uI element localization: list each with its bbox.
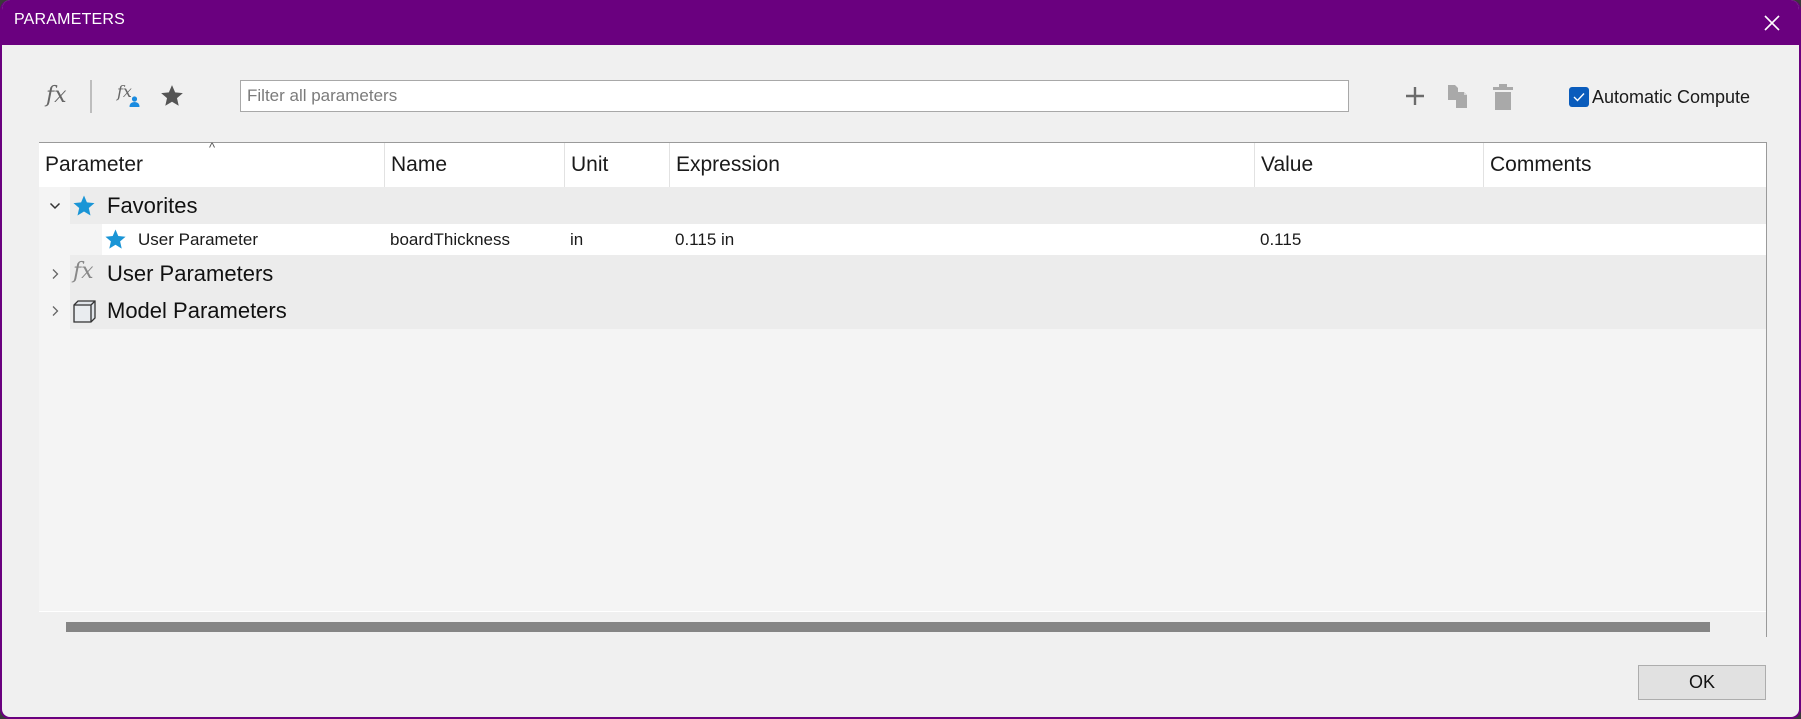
window-title: PARAMETERS: [14, 11, 126, 28]
column-label: Unit: [571, 153, 609, 176]
group-label: Favorites: [107, 193, 198, 218]
fx-icon: fx: [73, 259, 94, 284]
chevron-right-icon: [52, 268, 59, 279]
table-header: ^ Parameter Name Unit Expression Value C…: [39, 140, 1767, 187]
parameters-dialog: PARAMETERS fx fx Filter all parameters A…: [0, 0, 1801, 719]
cell-value: 0.115: [1260, 230, 1302, 249]
column-label: Name: [391, 153, 448, 176]
automatic-compute-checkbox[interactable]: [1569, 87, 1589, 107]
expand-toggle[interactable]: [45, 292, 65, 329]
duplicate-parameter-button[interactable]: [1447, 84, 1473, 110]
group-row-user-parameters[interactable]: fx User Parameters: [39, 255, 1766, 292]
column-header-value[interactable]: Value: [1254, 143, 1483, 187]
column-label: Value: [1261, 153, 1314, 176]
title-bar: PARAMETERS: [2, 0, 1799, 45]
group-label: User Parameters: [107, 261, 274, 286]
column-label: Parameter: [45, 153, 144, 176]
model-box-icon: [73, 300, 96, 323]
automatic-compute-toggle[interactable]: Automatic Compute: [1569, 85, 1750, 109]
filter-input[interactable]: [240, 80, 1349, 112]
sort-ascending-icon: ^: [209, 140, 216, 155]
chevron-down-icon: [49, 202, 61, 209]
trash-icon: [1493, 84, 1513, 110]
column-header-comments[interactable]: Comments: [1483, 143, 1767, 187]
close-icon: [1764, 15, 1780, 31]
group-row-model-parameters[interactable]: Model Parameters: [39, 292, 1766, 329]
user-parameters-button[interactable]: fx: [115, 80, 145, 112]
table-row[interactable]: User Parameter boardThickness in 0.115 i…: [39, 224, 1766, 255]
plus-icon: [1406, 87, 1424, 105]
star-icon: [73, 195, 95, 216]
group-label: Model Parameters: [107, 298, 287, 323]
copy-icon: [1448, 85, 1467, 108]
column-label: Expression: [676, 153, 780, 176]
group-row-favorites[interactable]: Favorites: [39, 187, 1766, 224]
cell-unit[interactable]: in: [570, 230, 583, 250]
user-badge-icon: [129, 96, 140, 107]
chevron-right-icon: [52, 305, 59, 316]
star-icon: [161, 85, 183, 106]
toolbar-separator: [90, 80, 92, 113]
ok-button[interactable]: OK: [1638, 665, 1766, 700]
star-icon[interactable]: [104, 228, 127, 251]
close-button[interactable]: [1755, 6, 1789, 40]
fx-icon: fx: [46, 83, 67, 108]
delete-parameter-button[interactable]: [1492, 83, 1514, 111]
column-header-expression[interactable]: Expression: [669, 143, 1254, 187]
create-parameter-button[interactable]: fx: [44, 80, 74, 112]
cell-name[interactable]: boardThickness: [390, 230, 510, 250]
column-header-unit[interactable]: Unit: [564, 143, 669, 187]
add-parameter-button[interactable]: [1404, 85, 1426, 107]
column-header-parameter[interactable]: ^ Parameter: [39, 140, 384, 187]
cell-expression[interactable]: 0.115 in: [675, 230, 734, 250]
cell-parameter: User Parameter: [138, 230, 258, 249]
parameters-table: ^ Parameter Name Unit Expression Value C…: [39, 140, 1767, 637]
column-label: Comments: [1490, 153, 1592, 176]
expand-toggle[interactable]: [45, 255, 65, 292]
scrollbar-thumb[interactable]: [66, 622, 1710, 632]
automatic-compute-label: Automatic Compute: [1592, 86, 1751, 107]
check-icon: [1573, 93, 1585, 102]
collapse-toggle[interactable]: [45, 187, 65, 224]
horizontal-scrollbar[interactable]: [39, 611, 1766, 637]
column-header-name[interactable]: Name: [384, 143, 564, 187]
favorites-filter-button[interactable]: [159, 83, 185, 109]
